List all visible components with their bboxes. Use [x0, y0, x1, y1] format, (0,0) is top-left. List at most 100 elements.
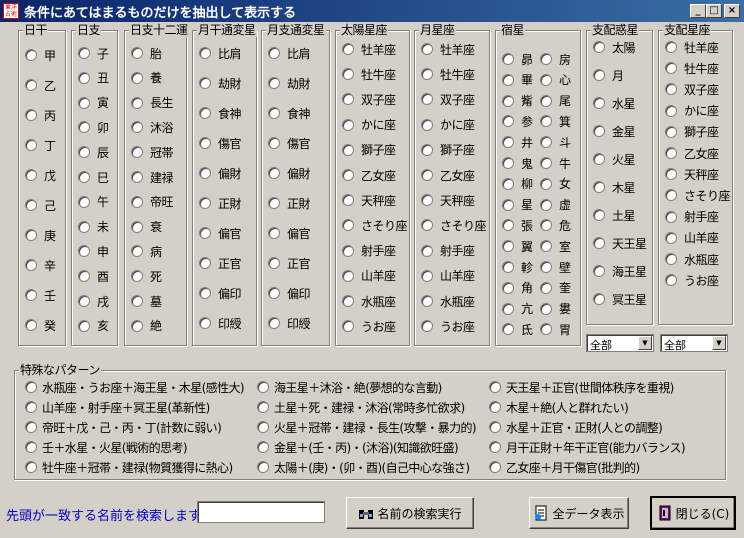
day-stem-option[interactable]: 丙	[25, 107, 56, 123]
day-stem-option[interactable]: 癸	[25, 317, 56, 333]
day-branch-option[interactable]: 丑	[78, 70, 109, 86]
ruling-sign-option[interactable]: 射手座	[665, 209, 719, 225]
lunar-mansion-option[interactable]: 婁	[540, 301, 571, 317]
day-branch-option[interactable]: 子	[78, 45, 109, 61]
ruling-sign-option[interactable]: 水瓶座	[665, 251, 719, 267]
sun-sign-option[interactable]: 天秤座	[342, 192, 396, 208]
month-branch-star-option[interactable]: 食神	[268, 105, 311, 121]
day-twelve-stages-option[interactable]: 墓	[131, 293, 162, 309]
day-twelve-stages-option[interactable]: 建禄	[131, 169, 174, 185]
ruling-planet-option[interactable]: 海王星	[593, 263, 647, 279]
ruling-sign-option[interactable]: 牡牛座	[665, 60, 719, 76]
special-pattern-option[interactable]: 火星＋冠帯・建禄・長生(攻撃・暴力的)	[257, 419, 477, 435]
chevron-down-icon[interactable]: ▼	[638, 336, 652, 350]
day-twelve-stages-option[interactable]: 衰	[131, 219, 162, 235]
ruling-planet-option[interactable]: 太陽	[593, 39, 636, 55]
month-branch-star-option[interactable]: 印綬	[268, 315, 311, 331]
chevron-down-icon[interactable]: ▼	[712, 336, 726, 350]
ruling-sign-option[interactable]: かに座	[665, 103, 719, 119]
moon-sign-option[interactable]: 射手座	[421, 243, 475, 259]
special-pattern-option[interactable]: 月干正財＋年干正官(能力バランス)	[489, 439, 686, 455]
lunar-mansion-option[interactable]: 女	[540, 176, 571, 192]
month-stem-star-option[interactable]: 印綬	[199, 315, 242, 331]
close-window-button[interactable]: ×	[724, 4, 740, 18]
sun-sign-option[interactable]: さそり座	[342, 217, 408, 233]
day-branch-option[interactable]: 寅	[78, 95, 109, 111]
month-stem-star-option[interactable]: 正官	[199, 255, 242, 271]
month-stem-star-option[interactable]: 偏財	[199, 165, 242, 181]
lunar-mansion-option[interactable]: 張	[502, 217, 533, 233]
sun-sign-option[interactable]: 牡牛座	[342, 66, 396, 82]
ruling-sign-dropdown[interactable]: 全部 ▼	[660, 334, 728, 352]
ruling-planet-option[interactable]: 火星	[593, 151, 636, 167]
close-button[interactable]: 閉じる(C)	[650, 496, 736, 530]
ruling-sign-option[interactable]: さそり座	[665, 187, 731, 203]
lunar-mansion-option[interactable]: 房	[540, 51, 571, 67]
ruling-sign-option[interactable]: 双子座	[665, 81, 719, 97]
day-branch-option[interactable]: 巳	[78, 169, 109, 185]
lunar-mansion-option[interactable]: 壁	[540, 259, 571, 275]
day-twelve-stages-option[interactable]: 長生	[131, 95, 174, 111]
ruling-sign-option[interactable]: 乙女座	[665, 145, 719, 161]
day-twelve-stages-option[interactable]: 沐浴	[131, 119, 174, 135]
day-twelve-stages-option[interactable]: 胎	[131, 45, 162, 61]
day-stem-option[interactable]: 乙	[25, 77, 56, 93]
day-twelve-stages-option[interactable]: 養	[131, 70, 162, 86]
ruling-planet-option[interactable]: 冥王星	[593, 291, 647, 307]
day-twelve-stages-option[interactable]: 冠帯	[131, 144, 174, 160]
ruling-sign-option[interactable]: 牡羊座	[665, 39, 719, 55]
lunar-mansion-option[interactable]: 斗	[540, 134, 571, 150]
day-branch-option[interactable]: 卯	[78, 119, 109, 135]
special-pattern-option[interactable]: 天王星＋正官(世間体秩序を重視)	[489, 379, 674, 395]
special-pattern-option[interactable]: 乙女座＋月干傷官(批判的)	[489, 459, 640, 475]
day-branch-option[interactable]: 午	[78, 194, 109, 210]
moon-sign-option[interactable]: さそり座	[421, 217, 487, 233]
moon-sign-option[interactable]: 乙女座	[421, 167, 475, 183]
month-branch-star-option[interactable]: 偏財	[268, 165, 311, 181]
special-pattern-option[interactable]: 壬＋水星・火星(戦術的思考)	[25, 439, 188, 455]
ruling-planet-option[interactable]: 土星	[593, 207, 636, 223]
show-all-button[interactable]: 全データ表示	[529, 497, 629, 529]
day-twelve-stages-option[interactable]: 絶	[131, 318, 162, 334]
month-branch-star-option[interactable]: 正官	[268, 255, 311, 271]
special-pattern-option[interactable]: 山羊座・射手座＋冥王星(革新性)	[25, 399, 210, 415]
lunar-mansion-option[interactable]: 畢	[502, 72, 533, 88]
special-pattern-option[interactable]: 木星＋絶(人と群れたい)	[489, 399, 629, 415]
sun-sign-option[interactable]: 水瓶座	[342, 293, 396, 309]
day-stem-option[interactable]: 庚	[25, 227, 56, 243]
lunar-mansion-option[interactable]: 奎	[540, 280, 571, 296]
lunar-mansion-option[interactable]: 心	[540, 72, 571, 88]
sun-sign-option[interactable]: 双子座	[342, 91, 396, 107]
moon-sign-option[interactable]: 牡牛座	[421, 66, 475, 82]
lunar-mansion-option[interactable]: 参	[502, 113, 533, 129]
lunar-mansion-option[interactable]: 牛	[540, 155, 571, 171]
moon-sign-option[interactable]: うお座	[421, 318, 475, 334]
special-pattern-option[interactable]: 土星＋死・建禄・沐浴(常時多忙欲求)	[257, 399, 465, 415]
day-branch-option[interactable]: 申	[78, 243, 109, 259]
ruling-planet-option[interactable]: 天王星	[593, 235, 647, 251]
lunar-mansion-option[interactable]: 室	[540, 238, 571, 254]
moon-sign-option[interactable]: かに座	[421, 117, 475, 133]
day-stem-option[interactable]: 辛	[25, 257, 56, 273]
ruling-planet-option[interactable]: 水星	[593, 95, 636, 111]
ruling-sign-option[interactable]: 天秤座	[665, 166, 719, 182]
month-branch-star-option[interactable]: 劫財	[268, 75, 311, 91]
day-twelve-stages-option[interactable]: 死	[131, 268, 162, 284]
month-stem-star-option[interactable]: 傷官	[199, 135, 242, 151]
lunar-mansion-option[interactable]: 箕	[540, 113, 571, 129]
month-branch-star-option[interactable]: 偏官	[268, 225, 311, 241]
lunar-mansion-option[interactable]: 觜	[502, 93, 533, 109]
lunar-mansion-option[interactable]: 井	[502, 134, 533, 150]
lunar-mansion-option[interactable]: 氐	[502, 321, 533, 337]
search-input[interactable]	[197, 501, 325, 523]
special-pattern-option[interactable]: 帝旺＋戊・己・丙・丁(計数に弱い)	[25, 419, 222, 435]
lunar-mansion-option[interactable]: 星	[502, 197, 533, 213]
day-stem-option[interactable]: 丁	[25, 137, 56, 153]
moon-sign-option[interactable]: 天秤座	[421, 192, 475, 208]
day-branch-option[interactable]: 亥	[78, 318, 109, 334]
search-execute-button[interactable]: 名前の検索実行	[346, 497, 474, 529]
lunar-mansion-option[interactable]: 胃	[540, 321, 571, 337]
special-pattern-option[interactable]: 金星＋(壬・丙)・(沐浴)(知識欲旺盛)	[257, 439, 459, 455]
ruling-planet-dropdown[interactable]: 全部 ▼	[586, 334, 654, 352]
lunar-mansion-option[interactable]: 危	[540, 217, 571, 233]
